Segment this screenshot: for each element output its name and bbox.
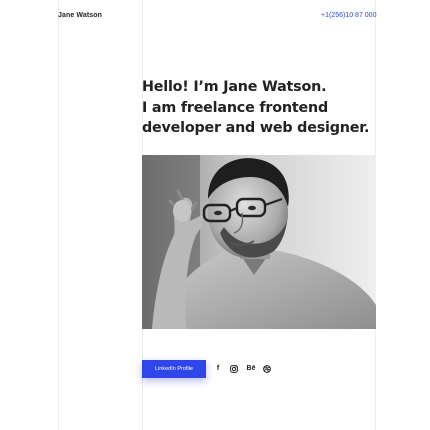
behance-icon[interactable]: Bē bbox=[244, 363, 258, 374]
phone-link[interactable]: +1(256)10 87 000 bbox=[321, 12, 376, 19]
hero-line: Hello! I’m Jane Watson. bbox=[142, 79, 327, 95]
facebook-icon-label: f bbox=[216, 365, 220, 372]
dribbble-icon[interactable] bbox=[261, 363, 273, 374]
hero-line: I am freelance frontend bbox=[142, 99, 328, 116]
linkedin-profile-button[interactable]: LinkedIn Profile bbox=[142, 360, 206, 378]
hero-heading: Hello! I’m Jane Watson. I am freelance f… bbox=[142, 77, 392, 139]
portrait-photo bbox=[142, 155, 376, 329]
hero-line: developer and web designer. bbox=[142, 120, 370, 136]
grid-line-left bbox=[58, 0, 59, 430]
site-brand[interactable]: Jane Watson bbox=[58, 12, 102, 19]
facebook-icon[interactable]: f bbox=[212, 363, 224, 374]
behance-icon-label: Bē bbox=[246, 365, 256, 372]
instagram-icon[interactable] bbox=[228, 363, 240, 374]
